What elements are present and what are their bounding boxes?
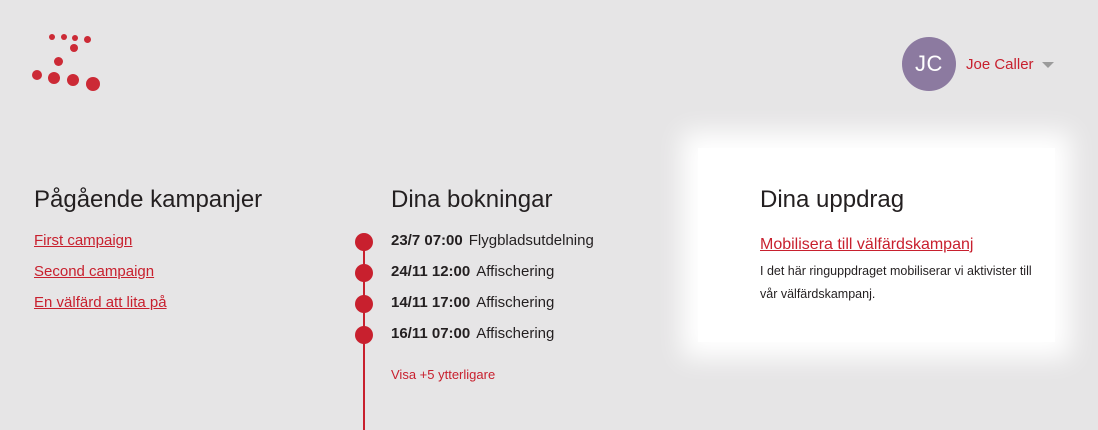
logo-dot — [32, 70, 42, 80]
assignment-description: I det här ringuppdraget mobiliserar vi a… — [760, 264, 1032, 301]
booking-item[interactable]: 16/11 07:00 Affischering — [355, 325, 594, 356]
timeline-dot — [355, 295, 373, 313]
bookings-title: Dina bokningar — [391, 186, 553, 213]
timeline-dot — [355, 264, 373, 282]
booking-activity: Affischering — [476, 263, 555, 280]
ongoing-campaigns-title: Pågående kampanjer — [34, 186, 263, 213]
campaign-list: First campaign Second campaign En välfär… — [34, 232, 262, 325]
user-name: Joe Caller — [966, 55, 1034, 73]
logo-dot — [54, 57, 63, 66]
user-menu[interactable]: JC Joe Caller — [902, 37, 1054, 91]
booking-item[interactable]: 24/11 12:00 Affischering — [355, 263, 594, 294]
logo-dot — [49, 34, 55, 40]
booking-time: 24/11 12:00 — [391, 263, 471, 280]
ongoing-campaigns-section: Pågående kampanjer First campaign Second… — [34, 186, 262, 325]
assignments-title: Dina uppdrag — [760, 186, 905, 213]
booking-item[interactable]: 14/11 17:00 Affischering — [355, 294, 594, 325]
booking-activity: Flygbladsutdelning — [468, 232, 594, 249]
avatar: JC — [902, 37, 956, 91]
list-item: En välfärd att lita på — [34, 294, 262, 325]
booking-time: 16/11 07:00 — [391, 325, 471, 342]
list-item: Second campaign — [34, 263, 262, 294]
show-more-bookings-link[interactable]: Visa +5 ytterligare — [391, 367, 495, 382]
list-item: First campaign — [34, 232, 262, 263]
booking-item[interactable]: 23/7 07:00 Flygbladsutdelning — [355, 232, 594, 263]
timeline-dot — [355, 326, 373, 344]
bookings-section: Dina bokningar 23/7 07:00 Flygbladsutdeln… — [355, 186, 681, 430]
logo-dot — [70, 44, 78, 52]
logo-dot — [67, 74, 79, 86]
logo[interactable] — [28, 30, 108, 94]
campaign-link[interactable]: En välfärd att lita på — [34, 294, 167, 311]
booking-activity: Affischering — [476, 325, 555, 342]
campaign-link[interactable]: Second campaign — [34, 263, 154, 280]
assignment-link[interactable]: Mobilisera till välfärdskampanj — [760, 236, 973, 254]
logo-dot — [48, 72, 60, 84]
booking-time: 14/11 17:00 — [391, 294, 471, 311]
chevron-down-icon — [1041, 62, 1054, 68]
timeline-dot — [355, 233, 373, 251]
logo-dot — [86, 77, 100, 91]
bookings-list: 23/7 07:00 Flygbladsutdelning 24/11 12:00… — [355, 232, 594, 356]
logo-dot — [84, 36, 91, 43]
assignments-card: Dina uppdrag Mobilisera till välfärdskam… — [698, 148, 1055, 342]
booking-time: 23/7 07:00 — [391, 232, 463, 249]
booking-activity: Affischering — [476, 294, 555, 311]
logo-dot — [72, 35, 78, 41]
logo-dot — [61, 34, 67, 40]
campaign-link[interactable]: First campaign — [34, 232, 132, 249]
